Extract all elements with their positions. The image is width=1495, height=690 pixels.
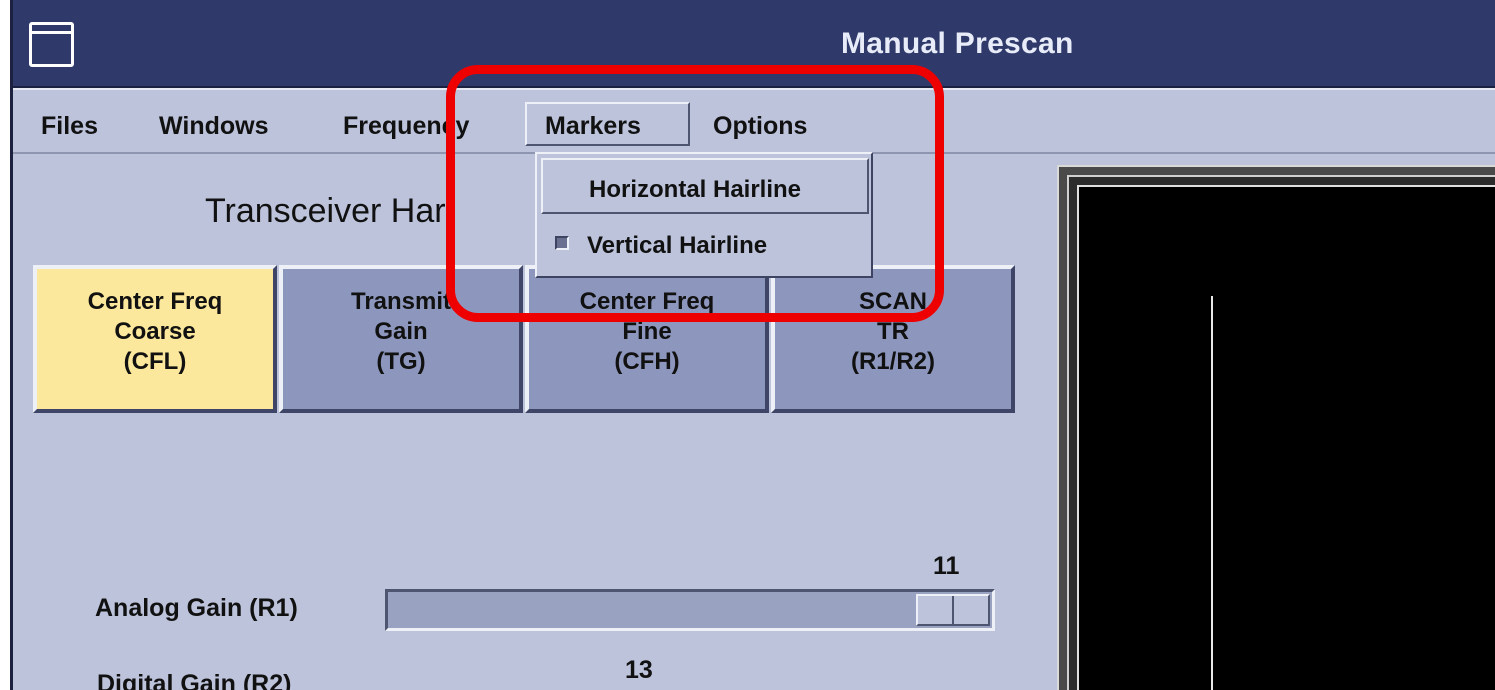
button-line: (R1/R2)	[850, 348, 935, 375]
digital-gain-label: Digital Gain (R2)	[97, 670, 292, 690]
analog-gain-value: 11	[933, 552, 960, 580]
menu-windows[interactable]: Windows	[159, 112, 269, 141]
button-line: TR	[877, 318, 909, 345]
menu-markers[interactable]: Markers	[525, 102, 690, 146]
button-line: Center Freq	[87, 288, 223, 315]
center-freq-coarse-button[interactable]: Center Freq Coarse (CFL)	[33, 265, 277, 413]
menu-files[interactable]: Files	[41, 112, 98, 141]
menu-markers-label: Markers	[545, 112, 641, 140]
button-line: Fine	[622, 318, 672, 345]
button-line: Transmit	[350, 288, 452, 315]
button-line: (TG)	[376, 348, 426, 375]
button-line: Center Freq	[579, 288, 715, 315]
transmit-gain-button[interactable]: Transmit Gain (TG)	[279, 265, 523, 413]
title-bar[interactable]: Manual Prescan	[13, 0, 1495, 88]
horizontal-hairline-label: Horizontal Hairline	[589, 176, 802, 203]
menu-options-label: Options	[713, 112, 808, 140]
center-freq-fine-button[interactable]: Center Freq Fine (CFH)	[525, 265, 769, 413]
checkmark-icon	[555, 236, 569, 250]
slider-thumb[interactable]	[916, 594, 990, 626]
menu-item-horizontal-hairline[interactable]: Horizontal Hairline	[541, 158, 869, 214]
vertical-hairline[interactable]	[1211, 296, 1213, 690]
analog-gain-label: Analog Gain (R1)	[95, 594, 298, 622]
menu-item-vertical-hairline[interactable]: Vertical Hairline	[541, 216, 869, 272]
button-line: (CFH)	[614, 348, 680, 375]
button-line: (CFL)	[123, 348, 187, 375]
menu-frequency[interactable]: Frequency	[343, 112, 469, 141]
menu-options[interactable]: Options	[713, 112, 807, 141]
scan-tr-button[interactable]: SCAN TR (R1/R2)	[771, 265, 1015, 413]
button-line: Gain	[374, 318, 428, 345]
section-title: Transceiver Har	[205, 192, 446, 230]
window-menu-icon[interactable]	[29, 22, 74, 67]
scope-display	[1057, 165, 1495, 690]
digital-gain-value: 13	[625, 656, 653, 684]
analog-gain-slider[interactable]	[385, 589, 995, 631]
menu-frequency-label: Frequency	[343, 112, 470, 140]
button-line: SCAN	[858, 288, 927, 315]
markers-dropdown: Horizontal Hairline Vertical Hairline	[535, 152, 873, 278]
menu-bar: Files Windows Frequency Markers Options	[13, 88, 1495, 154]
menu-files-label: Files	[41, 112, 98, 140]
vertical-hairline-label: Vertical Hairline	[587, 232, 768, 259]
menu-windows-label: Windows	[159, 112, 269, 140]
manual-prescan-window: Manual Prescan Files Windows Frequency M…	[10, 0, 1495, 690]
window-title: Manual Prescan	[841, 27, 1074, 60]
button-line: Coarse	[114, 318, 196, 345]
